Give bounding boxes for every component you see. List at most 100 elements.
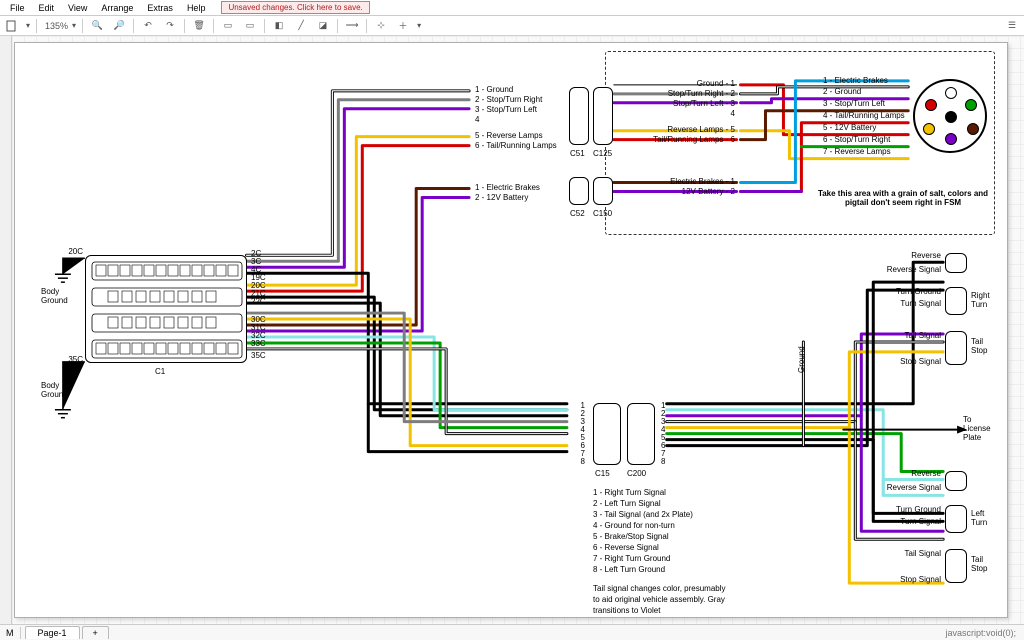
lbl-dr-12v: 5 - 12V Battery <box>823 123 876 132</box>
lbl-top-6: 6 - Tail/Running Lamps <box>475 141 557 150</box>
pin-22c: 22C <box>251 297 266 306</box>
lbl-stopsig-l: Stop Signal <box>855 575 941 584</box>
lbl-ground-vert: Ground <box>797 346 806 373</box>
connector-c15 <box>593 403 621 465</box>
menu-extras[interactable]: Extras <box>141 2 179 14</box>
tab-page-1[interactable]: Page-1 <box>25 626 80 639</box>
unsaved-warning[interactable]: Unsaved changes. Click here to save. <box>221 1 369 14</box>
connection-icon[interactable]: ⟶ <box>344 18 360 34</box>
add-page-button[interactable]: + <box>82 626 109 639</box>
pin-33c: 33C <box>251 339 266 348</box>
legend: 1 - Right Turn Signal2 - Left Turn Signa… <box>593 487 733 616</box>
zoom-value: 135% <box>43 21 70 31</box>
menu-view[interactable]: View <box>62 2 93 14</box>
label-c200: C200 <box>627 469 646 478</box>
menu-arrange[interactable]: Arrange <box>95 2 139 14</box>
lbl-license: To License Plate <box>963 415 991 442</box>
menu-help[interactable]: Help <box>181 2 212 14</box>
lbl-top-1: 1 - Ground <box>475 85 513 94</box>
lbl-turnsig-l: Turn Signal <box>855 517 941 526</box>
lbl-left-turn: Left Turn <box>971 509 987 527</box>
lbl-dr-trl: 4 - Tail/Running Lamps <box>823 111 905 120</box>
connector-c51 <box>569 87 589 145</box>
lbl-d-s3: Stop/Turn Left - 3 <box>635 99 735 108</box>
mid-r8: 8 <box>661 457 665 466</box>
status-text: javascript:void(0); <box>945 628 1024 638</box>
pin-35cb: 35C <box>251 351 266 360</box>
label-c15: C15 <box>595 469 610 478</box>
delete-icon[interactable]: 🗑 <box>191 18 207 34</box>
shadow-icon[interactable]: ◪ <box>315 18 331 34</box>
ruler-vertical <box>0 36 12 624</box>
lbl-tailstop-r: Tail Stop <box>971 337 987 355</box>
redo-icon[interactable]: ↷ <box>162 18 178 34</box>
lbl-revsig-l: Reverse Signal <box>855 483 941 492</box>
lbl-top-bv: 2 - 12V Battery <box>475 193 528 202</box>
canvas[interactable]: C1 C51 C125 C52 C150 C15 C200 <box>0 36 1024 624</box>
line-icon[interactable]: ╱ <box>293 18 309 34</box>
format-panel-icon[interactable]: ☰ <box>1004 18 1020 34</box>
lbl-d-g1: Ground - 1 <box>635 79 735 88</box>
menubar: File Edit View Arrange Extras Help Unsav… <box>0 0 1024 16</box>
label-body-ground-1: Body Ground <box>41 287 81 305</box>
pin-20c: 20C <box>59 247 83 256</box>
label-body-ground-2: Body Ground <box>41 381 81 399</box>
connector-tail-stop-r <box>945 331 967 365</box>
connector-reverse-r <box>945 253 967 273</box>
connector-c125 <box>593 87 613 145</box>
lbl-dr-str: 6 - Stop/Turn Right <box>823 135 890 144</box>
label-c51: C51 <box>570 149 585 158</box>
zoom-out-icon[interactable]: 🔎 <box>111 18 127 34</box>
waypoint-icon[interactable]: ⊹ <box>373 18 389 34</box>
lbl-top-eb: 1 - Electric Brakes <box>475 183 540 192</box>
connector-left-turn <box>945 505 967 533</box>
connector-7pin-round <box>913 79 987 153</box>
menu-edit[interactable]: Edit <box>33 2 61 14</box>
mid-n8: 8 <box>571 457 585 466</box>
label-c52: C52 <box>570 209 585 218</box>
lbl-reverse-l: Reverse <box>871 469 941 478</box>
note-caution: Take this area with a grain of salt, col… <box>815 189 991 207</box>
label-c125: C125 <box>593 149 612 158</box>
connector-c150 <box>593 177 613 205</box>
undo-icon[interactable]: ↶ <box>140 18 156 34</box>
connector-reverse-l <box>945 471 967 491</box>
lbl-top-2: 2 - Stop/Turn Right <box>475 95 542 104</box>
zoom-control[interactable]: 135%▾ <box>43 21 76 31</box>
connector-c1 <box>85 255 247 363</box>
connector-tail-stop-l <box>945 549 967 583</box>
lbl-tailsig-l: Tail Signal <box>855 549 941 558</box>
lbl-d-eb1: Electric Brakes - 1 <box>635 177 735 186</box>
lbl-turngnd-r: Turn Ground <box>855 287 941 296</box>
lbl-top-5: 5 - Reverse Lamps <box>475 131 543 140</box>
label-c1: C1 <box>155 367 165 376</box>
connector-right-turn <box>945 287 967 315</box>
zoom-in-icon[interactable]: 🔍 <box>89 18 105 34</box>
lbl-d-s2: Stop/Turn Right - 2 <box>635 89 735 98</box>
lbl-d-bv2: 12V Battery - 2 <box>635 187 735 196</box>
statusbar: M Page-1 + javascript:void(0); <box>0 624 1024 640</box>
new-doc-icon[interactable] <box>4 18 20 34</box>
back-icon[interactable]: ▭ <box>242 18 258 34</box>
lbl-dr-stl: 3 - Stop/Turn Left <box>823 99 885 108</box>
menu-file[interactable]: File <box>4 2 31 14</box>
outline-toggle[interactable]: M <box>0 627 21 639</box>
lbl-tailstop-l: Tail Stop <box>971 555 987 573</box>
lbl-turngnd-l: Turn Ground <box>855 505 941 514</box>
lbl-top-4: 4 <box>475 115 479 124</box>
lbl-right-turn: Right Turn <box>971 291 990 309</box>
fill-icon[interactable]: ◧ <box>271 18 287 34</box>
lbl-turnsig-r: Turn Signal <box>855 299 941 308</box>
lbl-d-t6: Tail/Running Lamps - 6 <box>635 135 735 144</box>
add-icon[interactable]: ＋ <box>395 18 411 34</box>
label-c150: C150 <box>593 209 612 218</box>
lbl-reverse-r: Reverse <box>871 251 941 260</box>
page[interactable]: C1 C51 C125 C52 C150 C15 C200 <box>14 42 1008 618</box>
lbl-d-r5: Reverse Lamps - 5 <box>635 125 735 134</box>
connector-c200 <box>627 403 655 465</box>
lbl-top-3: 3 - Stop/Turn Left <box>475 105 537 114</box>
lbl-revsig-r: Reverse Signal <box>855 265 941 274</box>
lbl-tailsig-r: Tail Signal <box>855 331 941 340</box>
front-icon[interactable]: ▭ <box>220 18 236 34</box>
pin-35c: 35C <box>59 355 83 364</box>
